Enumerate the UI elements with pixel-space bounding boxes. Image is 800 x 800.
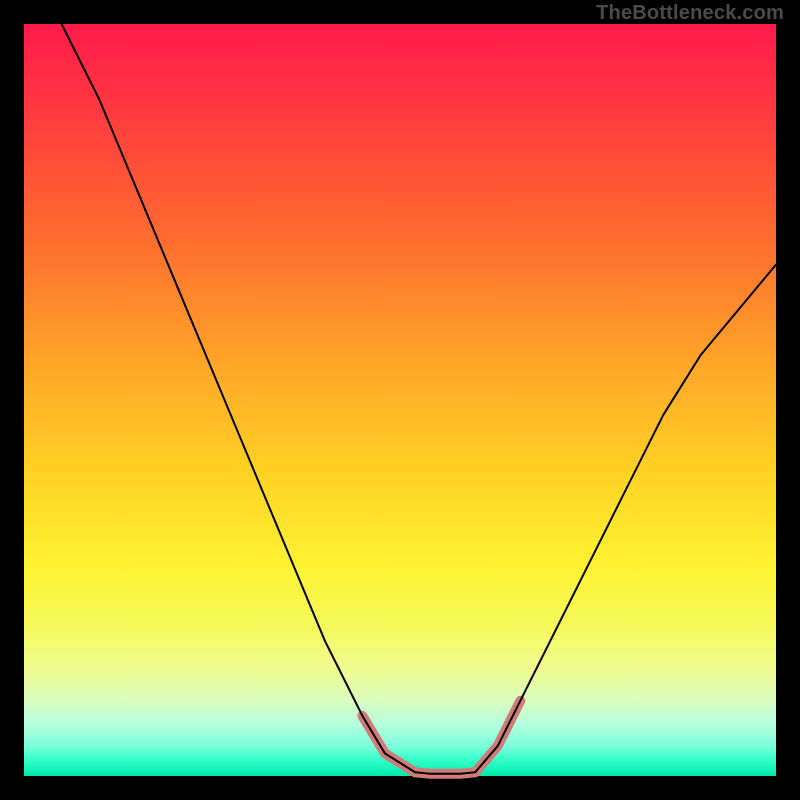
curve-layer bbox=[24, 24, 776, 776]
bottleneck-curve bbox=[62, 24, 776, 774]
valley-highlight bbox=[362, 701, 520, 774]
chart-stage: TheBottleneck.com bbox=[0, 0, 800, 800]
highlight-segment bbox=[475, 701, 520, 772]
curve-left-branch bbox=[62, 24, 415, 772]
plot-area bbox=[24, 24, 776, 776]
highlight-segment bbox=[362, 716, 415, 772]
watermark-text: TheBottleneck.com bbox=[596, 2, 784, 25]
